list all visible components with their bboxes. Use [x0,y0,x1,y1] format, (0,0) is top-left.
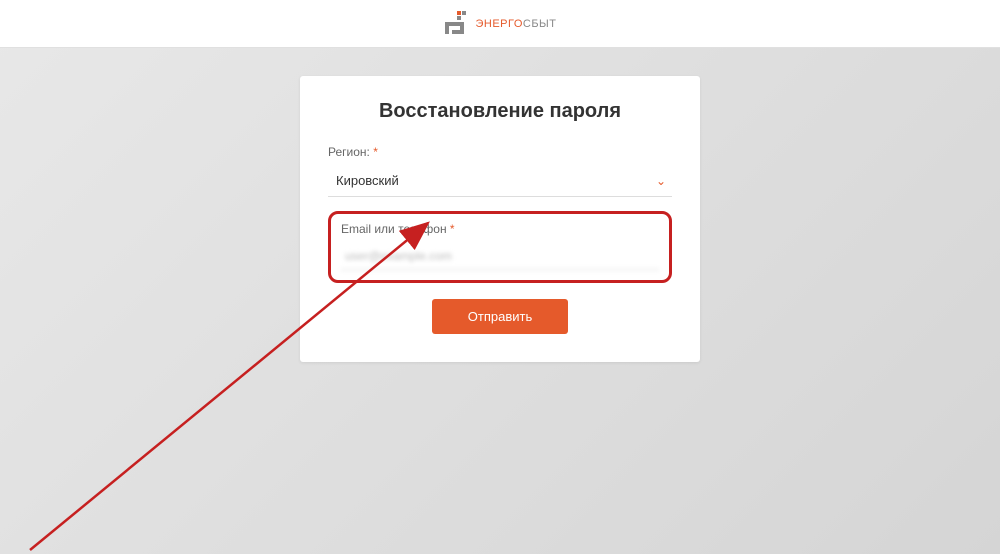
logo-icon [443,10,471,38]
logo: ЭНЕРГОСБЫТ [443,10,556,38]
card-title: Восстановление пароля [328,100,672,123]
submit-button[interactable]: Отправить [432,299,568,334]
email-label: Email или телефон * [341,222,659,236]
submit-row: Отправить [328,299,672,334]
logo-text: ЭНЕРГОСБЫТ [475,18,556,30]
page-header: ЭНЕРГОСБЫТ [0,0,1000,48]
email-field-highlight: Email или телефон * [328,211,672,283]
region-select-wrapper: Кировский ⌄ [328,165,672,197]
region-label: Регион: * [328,145,672,159]
content-area: Восстановление пароля Регион: * Кировски… [0,48,1000,554]
region-select[interactable]: Кировский [328,165,672,197]
password-recovery-card: Восстановление пароля Регион: * Кировски… [300,76,700,362]
email-input[interactable] [341,242,659,270]
